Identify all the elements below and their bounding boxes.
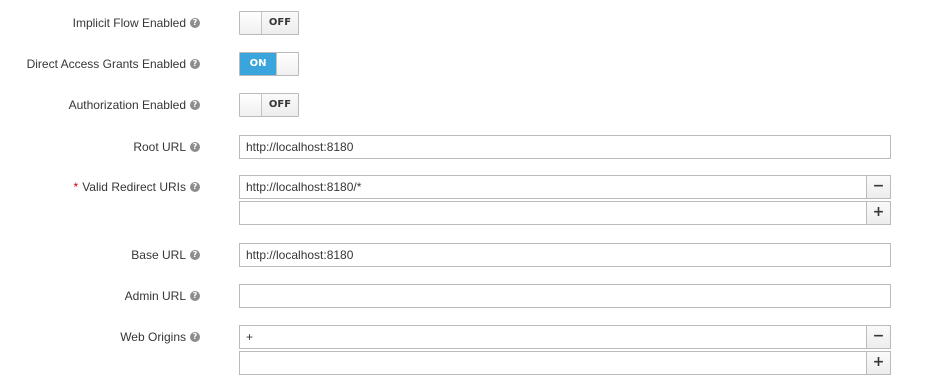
help-icon[interactable]: ?	[190, 142, 200, 152]
toggle-knob	[276, 53, 298, 75]
authorization-row: Authorization Enabled ? OFF	[0, 93, 928, 118]
root-url-label: Root URL ?	[133, 139, 200, 155]
help-icon[interactable]: ?	[190, 332, 200, 342]
root-url-input[interactable]: http://localhost:8180	[239, 135, 891, 159]
add-redirect-uri-button[interactable]: +	[866, 201, 891, 225]
admin-url-label-text: Admin URL	[124, 289, 186, 303]
toggle-knob	[240, 12, 262, 34]
authorization-toggle[interactable]: OFF	[239, 93, 299, 117]
admin-url-label: Admin URL ?	[125, 288, 200, 304]
help-icon[interactable]: ?	[190, 182, 200, 192]
web-origins-label: Web Origins ?	[120, 329, 200, 345]
add-web-origin-button[interactable]: +	[866, 351, 891, 375]
base-url-input[interactable]: http://localhost:8180	[239, 243, 891, 267]
implicit-flow-row: Implicit Flow Enabled ? OFF	[0, 11, 928, 36]
web-origin-input-2[interactable]	[239, 351, 867, 375]
direct-access-toggle[interactable]: ON	[239, 52, 299, 76]
help-icon[interactable]: ?	[190, 59, 200, 69]
help-icon[interactable]: ?	[190, 250, 200, 260]
root-url-row: Root URL ? http://localhost:8180	[0, 135, 928, 160]
web-origins-label-text: Web Origins	[120, 330, 186, 344]
toggle-knob	[240, 94, 262, 116]
admin-url-row: Admin URL ?	[0, 284, 928, 309]
remove-web-origin-button[interactable]: −	[866, 325, 891, 349]
web-origins-row: Web Origins ? + − +	[0, 325, 928, 377]
authorization-label-text: Authorization Enabled	[68, 98, 186, 112]
toggle-state-text: OFF	[268, 99, 292, 110]
implicit-flow-label-text: Implicit Flow Enabled	[72, 16, 186, 30]
base-url-row: Base URL ? http://localhost:8180	[0, 243, 928, 268]
redirect-uri-input-2[interactable]	[239, 201, 867, 225]
remove-redirect-uri-button[interactable]: −	[866, 175, 891, 199]
valid-redirect-uris-label-text: Valid Redirect URIs	[82, 180, 186, 194]
base-url-label: Base URL ?	[131, 247, 200, 263]
direct-access-label-text: Direct Access Grants Enabled	[26, 57, 186, 71]
root-url-label-text: Root URL	[133, 140, 186, 154]
valid-redirect-uris-label: * Valid Redirect URIs ?	[74, 179, 200, 195]
valid-redirect-uris-row: * Valid Redirect URIs ? http://localhost…	[0, 175, 928, 227]
implicit-flow-label: Implicit Flow Enabled ?	[73, 15, 200, 31]
toggle-state-text: ON	[240, 53, 277, 75]
authorization-label: Authorization Enabled ?	[69, 97, 200, 113]
help-icon[interactable]: ?	[190, 291, 200, 301]
implicit-flow-toggle[interactable]: OFF	[239, 11, 299, 35]
required-marker: *	[73, 180, 79, 194]
web-origin-input-1[interactable]: +	[239, 325, 867, 349]
base-url-label-text: Base URL	[131, 248, 186, 262]
redirect-uri-input-1[interactable]: http://localhost:8180/*	[239, 175, 867, 199]
direct-access-label: Direct Access Grants Enabled ?	[27, 56, 200, 72]
direct-access-row: Direct Access Grants Enabled ? ON	[0, 52, 928, 77]
help-icon[interactable]: ?	[190, 18, 200, 28]
toggle-state-text: OFF	[268, 17, 292, 28]
admin-url-input[interactable]	[239, 284, 891, 308]
help-icon[interactable]: ?	[190, 100, 200, 110]
